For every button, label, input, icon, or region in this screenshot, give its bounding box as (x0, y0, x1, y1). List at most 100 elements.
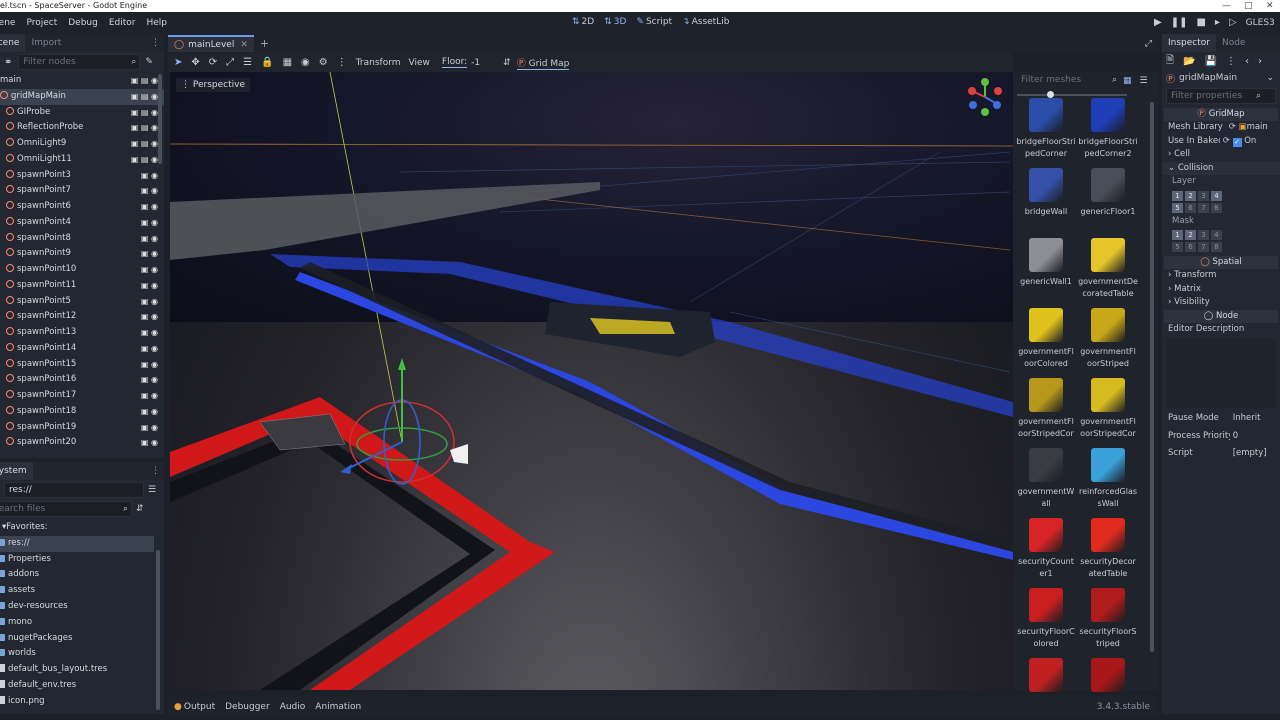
tab-filesystem[interactable]: FileSystem (0, 462, 33, 480)
res-root[interactable]: res:// (0, 535, 154, 552)
folder-assets[interactable]: assets (0, 583, 164, 599)
local-space-icon[interactable]: ◉ (301, 57, 310, 68)
mesh-library-value[interactable]: main (1247, 122, 1268, 132)
rotate-mode-icon[interactable]: ⟳ (209, 57, 217, 68)
collision-mask-grid[interactable]: 1234 5678 (1162, 228, 1280, 254)
tree-node-reflectionprobe[interactable]: ReflectionProbe ▣ ▤ ◉ (0, 120, 164, 136)
tree-node-spawnpoint4[interactable]: spawnPoint4 ▣ ◉ (0, 215, 164, 231)
script-attach-icon[interactable]: ✎ (145, 57, 153, 67)
visibility-icon[interactable]: ▣ ◉ (141, 388, 158, 404)
layer-bit[interactable]: 2 (1185, 190, 1196, 201)
visibility-icon[interactable]: ▣ ◉ (141, 325, 158, 341)
folder-worlds[interactable]: worlds (0, 646, 164, 662)
dock-menu-icon[interactable]: ⋮ (151, 38, 160, 48)
layout-toggle-icon[interactable]: ☰ (148, 485, 156, 495)
tab-inspector[interactable]: Inspector (1162, 34, 1216, 52)
visibility-icon[interactable]: ▣ ▤ ◉ (131, 89, 158, 105)
reset-icon[interactable]: ⟳ (1223, 136, 1230, 146)
folder-nugetpackages[interactable]: nugetPackages (0, 631, 164, 647)
gridmap-menu[interactable]: Ⓟ Grid Map (516, 56, 570, 70)
workspace-3d[interactable]: ⇅ 3D (604, 17, 626, 27)
matrix-group[interactable]: › Matrix (1162, 283, 1280, 297)
stop-icon[interactable]: ■ (1196, 17, 1205, 28)
mesh-item[interactable]: securityDecoratedTable (1078, 516, 1138, 586)
layer-bit[interactable]: 5 (1172, 242, 1183, 252)
mesh-item[interactable]: governmentWall (1016, 446, 1076, 516)
tree-node-spawnpoint11[interactable]: spawnPoint11 ▣ ◉ (0, 278, 164, 294)
tab-debugger[interactable]: Debugger (225, 702, 270, 712)
meshlib-scrollbar[interactable] (1150, 102, 1154, 652)
visibility-icon[interactable]: ▣ ◉ (141, 183, 158, 199)
new-resource-icon[interactable]: 🗎 (1166, 53, 1174, 70)
menu-scene[interactable]: Scene (0, 18, 15, 28)
visibility-icon[interactable]: ▣ ▤ ◉ (131, 136, 158, 152)
maximize-icon[interactable]: □ (1244, 0, 1253, 12)
list-view-icon[interactable]: ☰ (1140, 76, 1148, 86)
file-item[interactable]: default_bus_layout.tres (0, 662, 164, 678)
layer-bit[interactable]: 8 (1211, 202, 1222, 213)
visibility-icon[interactable]: ▣ ▤ ◉ (131, 105, 158, 121)
move-mode-icon[interactable]: ✥ (191, 57, 199, 68)
tree-node-spawnpoint15[interactable]: spawnPoint15 ▣ ◉ (0, 357, 164, 373)
tree-node-spawnpoint10[interactable]: spawnPoint10 ▣ ◉ (0, 262, 164, 278)
scene-tab-mainlevel[interactable]: ◯ mainLevel ✕ (168, 35, 254, 52)
workspace-assetlib[interactable]: ↴ AssetLib (682, 17, 729, 27)
filter-meshes-input[interactable]: Filter meshes ⌕ (1017, 73, 1117, 89)
mesh-item[interactable]: securityFloorColored (1016, 586, 1076, 656)
tab-output[interactable]: Output (184, 702, 215, 712)
tree-node-spawnpoint20[interactable]: spawnPoint20 ▣ ◉ (0, 435, 164, 451)
editor-description-field[interactable] (1166, 338, 1276, 408)
layer-bit[interactable]: 4 (1211, 190, 1222, 201)
tree-node-spawnpoint9[interactable]: spawnPoint9 ▣ ◉ (0, 246, 164, 262)
mesh-item[interactable]: bridgeFloorStripedCorner2 (1078, 96, 1138, 166)
visibility-icon[interactable]: ▣ ◉ (141, 294, 158, 310)
reset-icon[interactable]: ⟳ (1229, 122, 1236, 132)
mesh-item[interactable]: governmentFloorStripedCorner (1016, 376, 1076, 446)
file-item[interactable]: default_env.tres (0, 678, 164, 694)
collision-group[interactable]: ⌄ Collision (1162, 161, 1280, 175)
tree-node-gridmapmain[interactable]: gridMapMain ▣ ▤ ◉ (0, 88, 164, 105)
visibility-icon[interactable]: ▣ ◉ (141, 309, 158, 325)
visibility-icon[interactable]: ▣ ◉ (141, 357, 158, 373)
folder-dev-resources[interactable]: dev-resources (0, 599, 164, 615)
visibility-icon[interactable]: ▣ ◉ (141, 404, 158, 420)
path-field[interactable]: res:// (4, 482, 144, 498)
group-icon[interactable]: ▦ (283, 57, 292, 68)
floor-input[interactable]: -1 (471, 58, 503, 68)
tab-node[interactable]: Node (1216, 34, 1252, 52)
link-icon[interactable]: ⚭ (4, 57, 12, 68)
close-tab-icon[interactable]: ✕ (240, 40, 248, 50)
layer-bit[interactable]: 2 (1185, 230, 1196, 240)
visibility-icon[interactable]: ▣ ▤ ◉ (131, 152, 158, 168)
visibility-icon[interactable]: ▣ ◉ (141, 420, 158, 436)
tab-import[interactable]: Import (25, 34, 67, 52)
visibility-icon[interactable]: ▣ ◉ (141, 168, 158, 184)
pause-mode-select[interactable]: Inherit (1233, 413, 1261, 423)
menu-project[interactable]: Project (26, 18, 57, 28)
tree-node-spawnpoint16[interactable]: spawnPoint16 ▣ ◉ (0, 372, 164, 388)
mesh-item[interactable]: governmentFloorStriped (1078, 306, 1138, 376)
play-icon[interactable]: ▶ (1154, 17, 1162, 28)
save-resource-icon[interactable]: 💾 (1205, 56, 1217, 67)
tree-node-spawnpoint3[interactable]: spawnPoint3 ▣ ◉ (0, 168, 164, 184)
visibility-icon[interactable]: ▣ ▤ ◉ (131, 73, 158, 89)
layer-bit[interactable]: 5 (1172, 202, 1183, 213)
layer-bit[interactable]: 3 (1198, 230, 1209, 240)
more-icon[interactable]: ⋮ (1226, 56, 1236, 67)
view-menu[interactable]: View (409, 58, 430, 68)
tab-audio[interactable]: Audio (280, 702, 306, 712)
workspace-script[interactable]: ✎ Script (636, 17, 672, 27)
snap-icon[interactable]: ⚙ (319, 57, 328, 68)
3d-viewport[interactable]: ⋮ Perspective (170, 72, 1013, 690)
history-back-icon[interactable]: ‹ (1245, 56, 1249, 67)
tree-node-spawnpoint14[interactable]: spawnPoint14 ▣ ◉ (0, 341, 164, 357)
visibility-icon[interactable]: ▣ ▤ ◉ (131, 120, 158, 136)
mesh-item[interactable]: governmentFloorColored (1016, 306, 1076, 376)
distraction-free-icon[interactable]: ⤢ (1145, 39, 1152, 49)
tree-node-omnilight9[interactable]: OmniLight9 ▣ ▤ ◉ (0, 136, 164, 152)
layer-bit[interactable]: 1 (1172, 230, 1183, 240)
menu-debug[interactable]: Debug (68, 18, 98, 28)
visibility-icon[interactable]: ▣ ◉ (141, 199, 158, 215)
mesh-item[interactable]: securityCounter1 (1016, 516, 1076, 586)
tree-node-giprobe[interactable]: GIProbe ▣ ▤ ◉ (0, 105, 164, 121)
